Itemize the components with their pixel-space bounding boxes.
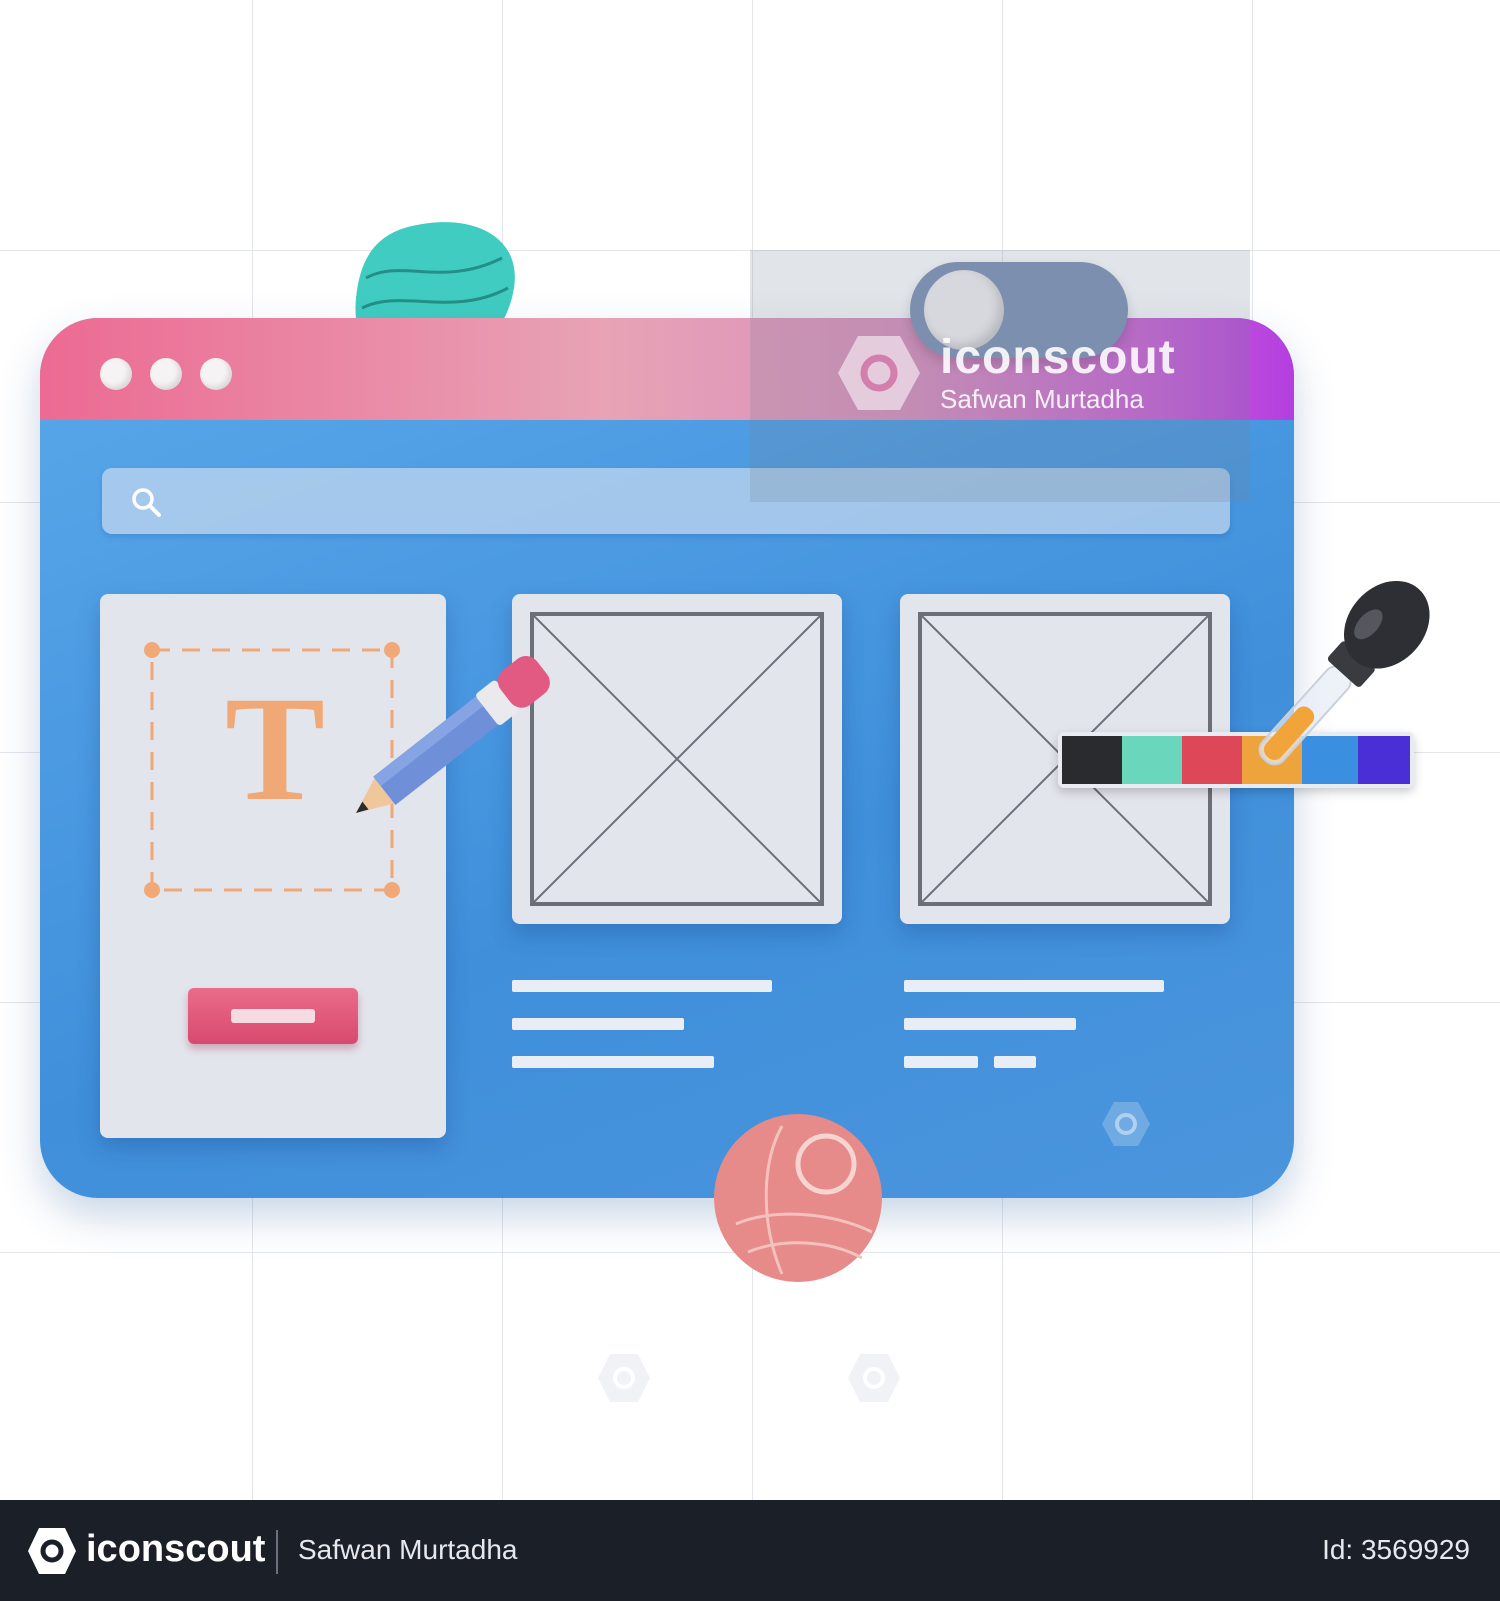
- pencil-icon: [356, 656, 550, 813]
- text-placeholder-line: [512, 1056, 714, 1068]
- pink-sphere-decoration: [714, 1114, 882, 1282]
- search-icon: [132, 488, 161, 517]
- text-placeholder-line: [994, 1056, 1036, 1068]
- text-placeholder-line: [904, 980, 1164, 992]
- text-placeholder-line: [512, 980, 772, 992]
- cta-button-label-placeholder: [231, 1009, 315, 1023]
- footer-author: Safwan Murtadha: [298, 1534, 518, 1565]
- window-minimize-dot[interactable]: [150, 358, 182, 390]
- iconscout-logo-icon: [28, 1528, 76, 1574]
- color-swatch-red[interactable]: [1182, 736, 1242, 784]
- image-placeholder-card-1[interactable]: [512, 594, 842, 924]
- iconscout-logo-icon: [838, 336, 920, 410]
- color-swatch-black[interactable]: [1062, 736, 1122, 784]
- text-placeholder-line: [904, 1018, 1076, 1030]
- text-tool-letter: T: [224, 666, 326, 832]
- window-close-dot[interactable]: [100, 358, 132, 390]
- watermark-brand: iconscout: [940, 331, 1176, 384]
- footer-separator: [276, 1530, 278, 1574]
- watermark-author: Safwan Murtadha: [940, 384, 1144, 414]
- window-maximize-dot[interactable]: [200, 358, 232, 390]
- text-placeholder-line: [512, 1018, 684, 1030]
- image-placeholder-icon: [530, 612, 824, 906]
- text-placeholder-line: [904, 1056, 978, 1068]
- footer-asset-id: Id: 3569929: [1322, 1534, 1470, 1565]
- iconscout-logo-icon: [848, 1354, 900, 1402]
- footer-brand: iconscout: [86, 1528, 266, 1570]
- cta-button[interactable]: [188, 988, 358, 1044]
- eyedropper-icon: [1258, 580, 1430, 766]
- footer-bar: iconscout Safwan Murtadha Id: 3569929: [0, 1500, 1500, 1601]
- color-swatch-teal[interactable]: [1122, 736, 1182, 784]
- iconscout-logo-icon: [1102, 1102, 1150, 1146]
- iconscout-logo-icon: [598, 1354, 650, 1402]
